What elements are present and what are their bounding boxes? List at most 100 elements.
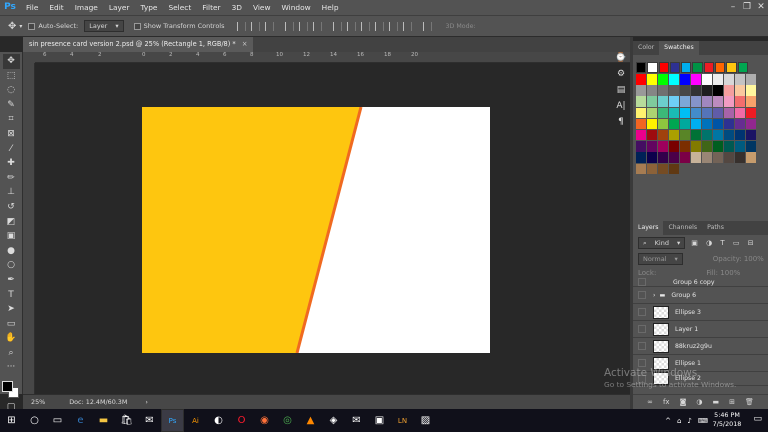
edge-icon[interactable]: e: [69, 409, 92, 432]
swatch[interactable]: [734, 141, 746, 152]
swatch[interactable]: [745, 129, 757, 141]
brush-tool-icon[interactable]: ✏: [3, 171, 20, 186]
swatch[interactable]: [669, 62, 681, 73]
photoshop-logo[interactable]: Ps: [2, 1, 18, 14]
document-canvas[interactable]: [142, 107, 490, 353]
swatch[interactable]: [668, 96, 680, 107]
history-brush-tool-icon[interactable]: ↺: [3, 200, 20, 215]
swatch[interactable]: [646, 141, 658, 152]
character-icon[interactable]: A|: [616, 100, 625, 113]
swatch[interactable]: [737, 62, 748, 73]
mask-icon[interactable]: ◙: [680, 398, 687, 406]
swatch[interactable]: [657, 129, 669, 141]
swatch[interactable]: [668, 141, 680, 152]
swatch[interactable]: [723, 85, 735, 96]
swatch[interactable]: [657, 141, 669, 152]
quick-select-tool-icon[interactable]: ✎: [3, 98, 20, 113]
menu-3d[interactable]: 3D: [232, 3, 242, 12]
tab-paths[interactable]: Paths: [702, 221, 729, 235]
new-group-icon[interactable]: ▬: [712, 398, 719, 406]
swatch[interactable]: [734, 129, 746, 141]
swatch[interactable]: [690, 129, 702, 141]
swatch[interactable]: [679, 107, 691, 119]
mail-icon[interactable]: ✉: [138, 409, 161, 432]
swatch[interactable]: [712, 85, 724, 96]
swatch[interactable]: [690, 152, 702, 163]
photoshop-icon[interactable]: Ps: [161, 409, 184, 432]
maximize-button[interactable]: ❐: [740, 0, 754, 15]
swatch[interactable]: [636, 163, 647, 174]
swatch[interactable]: [657, 85, 669, 96]
swatch[interactable]: [701, 118, 713, 130]
swatch[interactable]: [636, 118, 647, 130]
firefox-icon[interactable]: ◉: [253, 409, 276, 432]
swatch[interactable]: [679, 96, 691, 107]
rectangle-tool-icon[interactable]: ▭: [3, 317, 20, 332]
swatch[interactable]: [745, 107, 757, 119]
properties-icon[interactable]: ⚙: [617, 68, 625, 81]
foreground-color[interactable]: [2, 381, 13, 393]
swatch[interactable]: [703, 62, 715, 73]
history-icon[interactable]: ⌚: [615, 52, 626, 65]
eraser-tool-icon[interactable]: ◩: [3, 215, 20, 230]
swatch[interactable]: [692, 62, 703, 73]
swatch[interactable]: [679, 141, 691, 152]
link-icon[interactable]: ∞: [647, 398, 653, 406]
eyedropper-tool-icon[interactable]: ⁄: [3, 142, 20, 157]
crop-tool-icon[interactable]: ⌗: [3, 112, 20, 127]
swatch[interactable]: [745, 152, 757, 163]
swatch[interactable]: [646, 74, 658, 85]
type-tool-icon[interactable]: T: [3, 288, 20, 303]
close-button[interactable]: ✕: [754, 0, 768, 15]
swatch[interactable]: [745, 96, 757, 107]
align-buttons[interactable]: [236, 21, 432, 31]
swatch[interactable]: [723, 141, 735, 152]
taskbar-clock[interactable]: 5:46 PM 7/5/2018: [712, 411, 742, 429]
keyboard-icon[interactable]: ⌨: [698, 417, 708, 425]
adjustment-icon[interactable]: ◑: [696, 398, 702, 406]
menu-filter[interactable]: Filter: [202, 3, 220, 12]
auto-select-checkbox[interactable]: [28, 22, 36, 30]
swatch[interactable]: [726, 62, 737, 73]
swatch[interactable]: [636, 74, 647, 85]
swatch[interactable]: [712, 129, 724, 141]
swatch[interactable]: [679, 152, 691, 163]
swatch[interactable]: [712, 152, 724, 163]
tab-layers[interactable]: Layers: [633, 221, 664, 235]
search-icon[interactable]: ○: [23, 409, 46, 432]
layer-row[interactable]: 88kruz2g9u: [633, 338, 768, 355]
swatch[interactable]: [701, 74, 713, 85]
swatch[interactable]: [723, 129, 735, 141]
swatch[interactable]: [681, 62, 692, 73]
menu-file[interactable]: File: [26, 3, 38, 12]
swatch[interactable]: [646, 96, 658, 107]
new-layer-icon[interactable]: ⊞: [729, 398, 735, 406]
fill-value[interactable]: 100%: [720, 269, 740, 277]
tab-swatches[interactable]: Swatches: [659, 41, 699, 55]
visibility-icon[interactable]: [638, 308, 646, 316]
swatch[interactable]: [636, 152, 647, 163]
swatch[interactable]: [646, 129, 658, 141]
fx-icon[interactable]: fx: [663, 398, 670, 406]
swatch[interactable]: [701, 96, 713, 107]
swatch[interactable]: [646, 85, 658, 96]
swatch[interactable]: [679, 129, 691, 141]
swatch[interactable]: [668, 85, 680, 96]
more-tools-icon[interactable]: ···: [3, 360, 20, 375]
swatch[interactable]: [679, 85, 691, 96]
start-icon[interactable]: ⊞: [0, 409, 23, 432]
swatch[interactable]: [690, 74, 702, 85]
swatch[interactable]: [679, 74, 691, 85]
swatch[interactable]: [647, 62, 658, 73]
tab-color[interactable]: Color: [633, 41, 659, 55]
illustrator-icon[interactable]: Ai: [184, 409, 207, 432]
menu-edit[interactable]: Edit: [49, 3, 63, 12]
mail2-icon[interactable]: ✉: [345, 409, 368, 432]
swatch[interactable]: [745, 118, 757, 130]
app-icon[interactable]: ◐: [207, 409, 230, 432]
swatch[interactable]: [657, 96, 669, 107]
swatch[interactable]: [723, 118, 735, 130]
swatch[interactable]: [734, 74, 746, 85]
swatch[interactable]: [690, 141, 702, 152]
swatch[interactable]: [701, 107, 713, 119]
